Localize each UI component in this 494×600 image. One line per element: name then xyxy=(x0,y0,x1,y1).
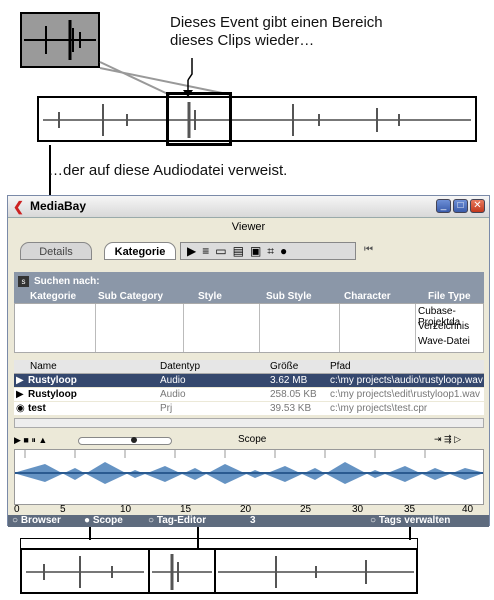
ruler-label: 10 xyxy=(120,504,132,515)
volume-slider[interactable] xyxy=(78,437,172,445)
play-icon: ▶ xyxy=(16,375,24,386)
file-path: c:\my projects\test.cpr xyxy=(330,403,428,414)
header-datentyp[interactable]: Datentyp xyxy=(160,360,200,373)
header-name[interactable]: Name xyxy=(30,360,57,373)
header-pfad[interactable]: Pfad xyxy=(330,360,351,373)
play-icon[interactable]: ▶ xyxy=(187,244,202,258)
file-type: Prj xyxy=(160,403,173,414)
file-name: Rustyloop xyxy=(28,375,77,386)
table-icon[interactable]: ▤ xyxy=(233,244,250,258)
clip-part-2 xyxy=(148,548,216,594)
window-title: MediaBay xyxy=(30,199,87,213)
event-range-selection xyxy=(166,92,232,146)
category-panel: Cubase-Projektda Verzeichnis Wave-Datei xyxy=(14,303,484,353)
title-bar: ❮ MediaBay _ □ ✕ xyxy=(8,196,489,218)
tag-icon[interactable]: ● xyxy=(280,244,293,258)
file-size: 39.53 KB xyxy=(270,403,312,414)
results-header: Name Datentyp Größe Pfad xyxy=(14,360,484,374)
file-name: Rustyloop xyxy=(28,389,77,400)
scope-waveform xyxy=(14,449,484,505)
mediabay-window: ❮ MediaBay _ □ ✕ Viewer Details Kategori… xyxy=(7,195,490,527)
scope-label: Scope xyxy=(238,434,267,445)
ruler-label: 20 xyxy=(240,504,252,515)
column-kategorie[interactable]: Kategorie xyxy=(30,291,76,302)
tag-editor-toggle[interactable]: ○ Tag-Editor xyxy=(148,515,206,526)
search-icon: s xyxy=(18,276,29,287)
clip-part-3 xyxy=(214,548,418,594)
ruler-label: 25 xyxy=(300,504,312,515)
table-row[interactable]: ▶ Rustyloop Audio 258.05 KB c:\my projec… xyxy=(14,388,484,401)
skip-back-icon[interactable]: ⏮ xyxy=(364,244,373,255)
table-row[interactable]: ▶ Rustyloop Audio 3.62 MB c:\my projects… xyxy=(14,374,484,387)
mediabay-icon: ❮ xyxy=(13,199,24,214)
file-type: Audio xyxy=(160,375,186,386)
column-character[interactable]: Character xyxy=(344,291,391,302)
tab-kategorie[interactable]: Kategorie xyxy=(104,242,176,260)
bottom-bar: ○ Browser ● Scope ○ Tag-Editor 3 ○ Tags … xyxy=(8,515,489,527)
tags-manage-toggle[interactable]: ○ Tags verwalten xyxy=(370,515,450,526)
viewer-label: Viewer xyxy=(231,221,266,233)
project-icon: ◉ xyxy=(16,403,25,414)
scope-toolbar: ▶ ■ ⏸ ▲ Scope ⇥ ⇶ ▷ xyxy=(14,434,484,448)
list-icon[interactable]: ≡ xyxy=(202,244,215,258)
bracket-lines xyxy=(20,538,418,548)
browser-toggle[interactable]: ○ Browser xyxy=(12,515,61,526)
transport-icons[interactable]: ▶ ■ ⏸ ▲ xyxy=(14,435,47,446)
scope-toggle[interactable]: ● Scope xyxy=(84,515,123,526)
file-path: c:\my projects\audio\rustyloop.wav xyxy=(330,375,483,386)
ruler-label: 5 xyxy=(60,504,66,515)
tab-details[interactable]: Details xyxy=(20,242,92,260)
search-label: Suchen nach: xyxy=(34,276,100,287)
file-size: 3.62 MB xyxy=(270,375,308,386)
maximize-button[interactable]: □ xyxy=(453,199,468,213)
ruler-label: 40 xyxy=(462,504,474,515)
view-toolbar: ▶≡▭▤▣⌗● xyxy=(180,242,356,260)
column-header-bar xyxy=(14,289,484,303)
ruler-label: 15 xyxy=(180,504,192,515)
minimize-button[interactable]: _ xyxy=(436,199,451,213)
file-type-item[interactable]: Wave-Datei xyxy=(418,336,470,347)
ruler-label: 0 xyxy=(14,504,20,515)
ruler-label: 35 xyxy=(404,504,416,515)
column-file-type[interactable]: File Type xyxy=(428,291,471,302)
clip-waveform xyxy=(37,96,477,142)
close-button[interactable]: ✕ xyxy=(470,199,485,213)
file-size: 258.05 KB xyxy=(270,389,317,400)
ruler-label: 30 xyxy=(352,504,364,515)
file-name: test xyxy=(28,403,46,414)
scope-nav-icons[interactable]: ⇥ ⇶ ▷ xyxy=(434,434,461,445)
grid-icon[interactable]: ⌗ xyxy=(267,244,280,258)
table-row[interactable]: ◉ test Prj 39.53 KB c:\my projects\test.… xyxy=(14,402,484,415)
result-count: 3 xyxy=(250,515,256,526)
clip-part-1 xyxy=(20,548,150,594)
horizontal-scrollbar[interactable] xyxy=(14,418,484,428)
file-type: Audio xyxy=(160,389,186,400)
slider-knob[interactable] xyxy=(131,437,137,443)
caption-audiofile: …der auf diese Audiodatei verweist. xyxy=(48,162,288,179)
file-type-item[interactable]: Verzeichnis xyxy=(418,321,469,332)
column-style[interactable]: Style xyxy=(198,291,222,302)
column-sub-category[interactable]: Sub Category xyxy=(98,291,163,302)
filter-icon[interactable]: ▭ xyxy=(215,244,232,258)
folder-icon[interactable]: ▣ xyxy=(250,244,267,258)
file-path: c:\my projects\edit\rustyloop1.wav xyxy=(330,389,481,400)
header-groesse[interactable]: Größe xyxy=(270,360,298,373)
play-icon: ▶ xyxy=(16,389,24,400)
column-sub-style[interactable]: Sub Style xyxy=(266,291,312,302)
